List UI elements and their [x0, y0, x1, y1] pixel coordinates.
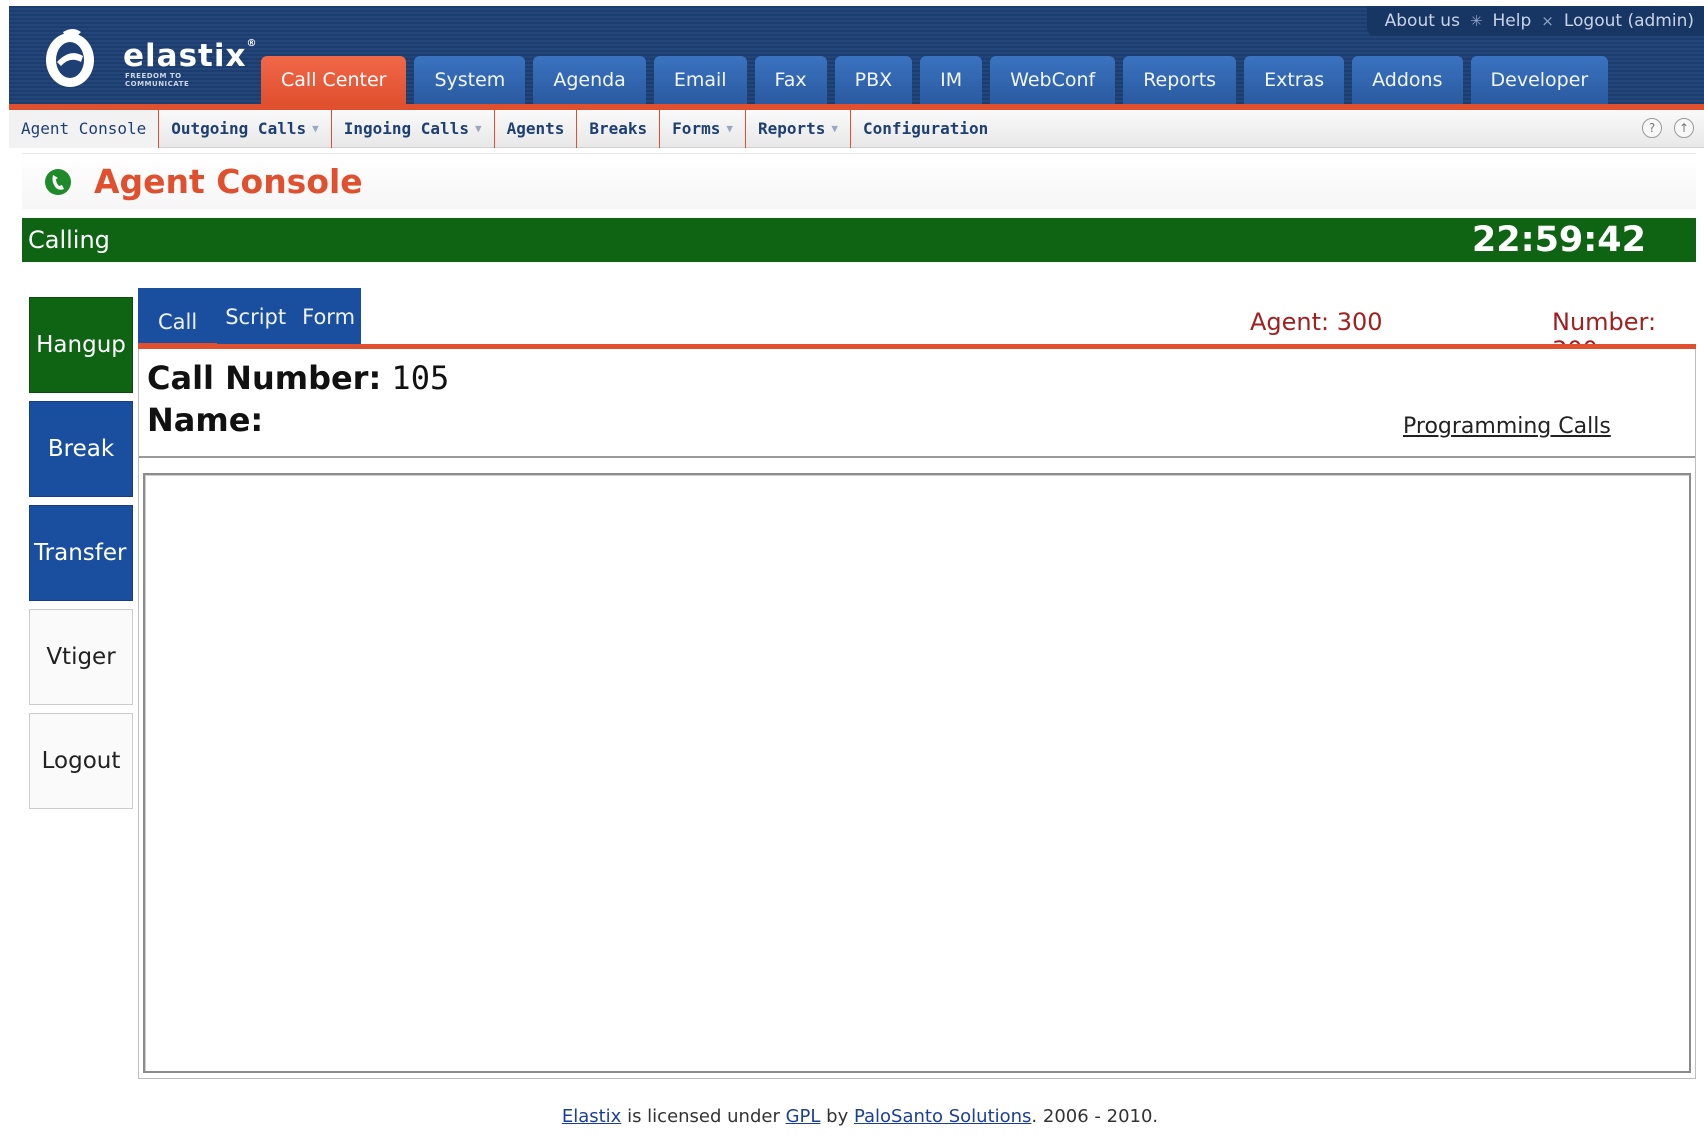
footer: Elastix is licensed under GPL by PaloSan… — [0, 1106, 1704, 1127]
agent-label: Agent: 300 — [1250, 308, 1383, 336]
footer-years: . 2006 - 2010. — [1031, 1106, 1159, 1127]
subnav-icons: ? ↑ — [1642, 118, 1694, 138]
vtiger-button[interactable]: Vtiger — [29, 609, 133, 705]
header-bar: elastix® FREEDOM TO COMMUNICATE About us… — [9, 6, 1704, 110]
panel-separator — [139, 456, 1695, 458]
gpl-link[interactable]: GPL — [786, 1106, 821, 1127]
call-status-bar: Calling 22:59:42 — [22, 218, 1696, 262]
phone-icon — [45, 169, 71, 195]
tab-call-center[interactable]: Call Center — [261, 56, 407, 104]
call-panel: Call Number: 105 Name: Programming Calls — [138, 349, 1696, 1079]
page-title-bar: Agent Console — [22, 153, 1696, 209]
subnav-configuration[interactable]: Configuration — [851, 110, 1000, 148]
call-status-text: Calling — [28, 226, 110, 254]
call-number: Call Number: 105 — [147, 359, 449, 397]
page-title: Agent Console — [94, 162, 363, 201]
chevron-down-icon: ▼ — [831, 122, 839, 135]
subnav-outgoing-calls[interactable]: Outgoing Calls ▼ — [159, 109, 332, 148]
subnav-ingoing-calls[interactable]: Ingoing Calls ▼ — [332, 109, 495, 148]
separator-icon: × — [1541, 12, 1554, 30]
chevron-down-icon: ▼ — [474, 122, 482, 135]
tab-system[interactable]: System — [414, 56, 526, 104]
elastix-logo-icon — [46, 29, 94, 87]
tab-pbx[interactable]: PBX — [834, 56, 913, 104]
subnav-reports[interactable]: Reports ▼ — [746, 109, 852, 148]
arrow-up-icon[interactable]: ↑ — [1674, 118, 1694, 138]
call-number-value: 105 — [391, 359, 450, 397]
help-link[interactable]: Help — [1493, 11, 1532, 31]
sub-navigation: Agent Console Outgoing Calls ▼ Ingoing Ca… — [9, 109, 1704, 148]
tab-form[interactable]: Form — [294, 288, 363, 346]
palosanto-link[interactable]: PaloSanto Solutions — [854, 1106, 1031, 1127]
about-us-link[interactable]: About us — [1385, 11, 1460, 31]
tab-call[interactable]: Call — [138, 300, 218, 346]
caller-name: Name: — [147, 401, 263, 439]
panel-tabs: Call Script Form — [138, 288, 361, 346]
brand-name: elastix® — [123, 38, 258, 74]
logout-link[interactable]: Logout (admin) — [1564, 11, 1694, 31]
top-links: About us ✳ Help × Logout (admin) — [1366, 6, 1704, 36]
chevron-down-icon: ▼ — [312, 122, 319, 135]
separator-icon: ✳ — [1469, 12, 1483, 30]
name-label: Name: — [147, 401, 264, 439]
subnav-forms[interactable]: Forms ▼ — [660, 109, 746, 148]
subnav-agent-console[interactable]: Agent Console — [9, 109, 160, 148]
tab-addons[interactable]: Addons — [1352, 56, 1463, 104]
call-timer: 22:59:42 — [1471, 220, 1646, 260]
call-content-area[interactable] — [143, 473, 1691, 1073]
footer-text: is licensed under — [621, 1106, 786, 1127]
hangup-button[interactable]: Hangup — [29, 297, 133, 393]
break-button[interactable]: Break — [29, 401, 133, 497]
elastix-link[interactable]: Elastix — [562, 1106, 622, 1127]
tab-im[interactable]: IM — [920, 56, 983, 104]
tab-script[interactable]: Script — [217, 288, 294, 346]
subnav-agents[interactable]: Agents — [495, 109, 578, 148]
brand-tagline: FREEDOM TO COMMUNICATE — [125, 72, 190, 88]
tab-extras[interactable]: Extras — [1244, 56, 1345, 104]
transfer-button[interactable]: Transfer — [29, 505, 133, 601]
programming-calls-link[interactable]: Programming Calls — [1403, 414, 1611, 439]
call-number-label: Call Number: — [147, 359, 382, 397]
tab-webconf[interactable]: WebConf — [990, 56, 1116, 104]
tab-agenda[interactable]: Agenda — [533, 56, 646, 104]
tab-reports[interactable]: Reports — [1123, 56, 1237, 104]
subnav-breaks[interactable]: Breaks — [577, 109, 661, 148]
tab-fax[interactable]: Fax — [754, 56, 827, 104]
agent-actions: Hangup Break Transfer Vtiger Logout — [29, 297, 133, 817]
footer-text: by — [820, 1106, 854, 1127]
elastix-logo[interactable]: elastix® FREEDOM TO COMMUNICATE — [33, 16, 256, 96]
chevron-down-icon: ▼ — [726, 122, 733, 135]
help-icon[interactable]: ? — [1642, 118, 1662, 138]
logout-button[interactable]: Logout — [29, 713, 133, 809]
tab-email[interactable]: Email — [653, 56, 747, 104]
main-tabs: Call Center System Agenda Email Fax PBX … — [261, 56, 1609, 104]
tab-developer[interactable]: Developer — [1470, 56, 1609, 104]
